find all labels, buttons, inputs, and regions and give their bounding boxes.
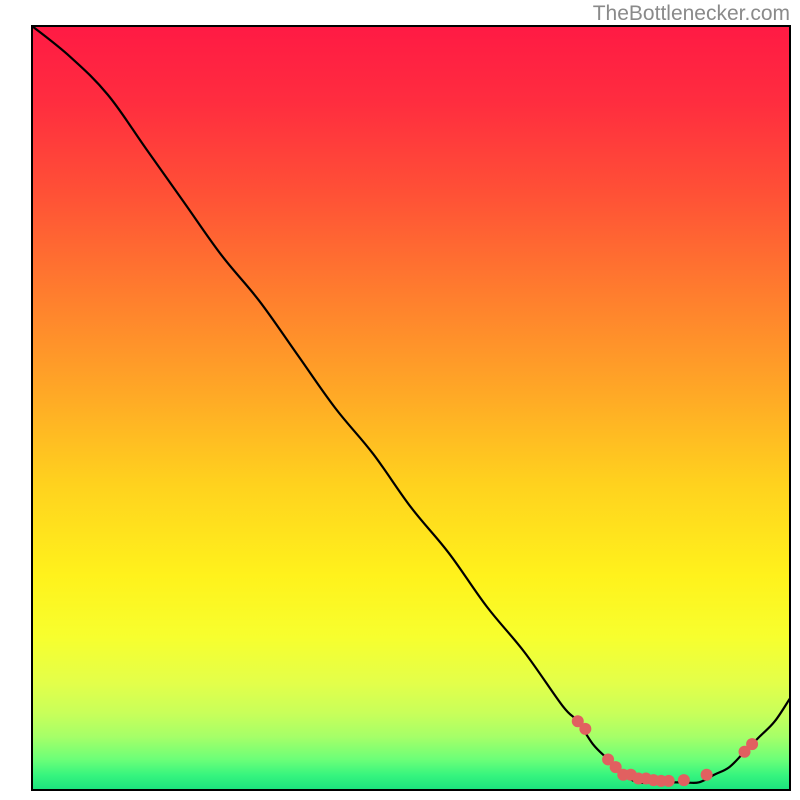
chart-canvas: TheBottlenecker.com xyxy=(0,0,800,800)
plot-area xyxy=(32,26,790,790)
watermark-text: TheBottlenecker.com xyxy=(593,2,790,25)
highlight-dot xyxy=(663,775,675,787)
highlight-dot xyxy=(701,769,713,781)
bottleneck-chart: TheBottlenecker.com xyxy=(0,0,800,800)
highlight-dot xyxy=(746,738,758,750)
highlight-dot xyxy=(579,723,591,735)
highlight-dot xyxy=(678,774,690,786)
gradient-background xyxy=(32,26,790,790)
